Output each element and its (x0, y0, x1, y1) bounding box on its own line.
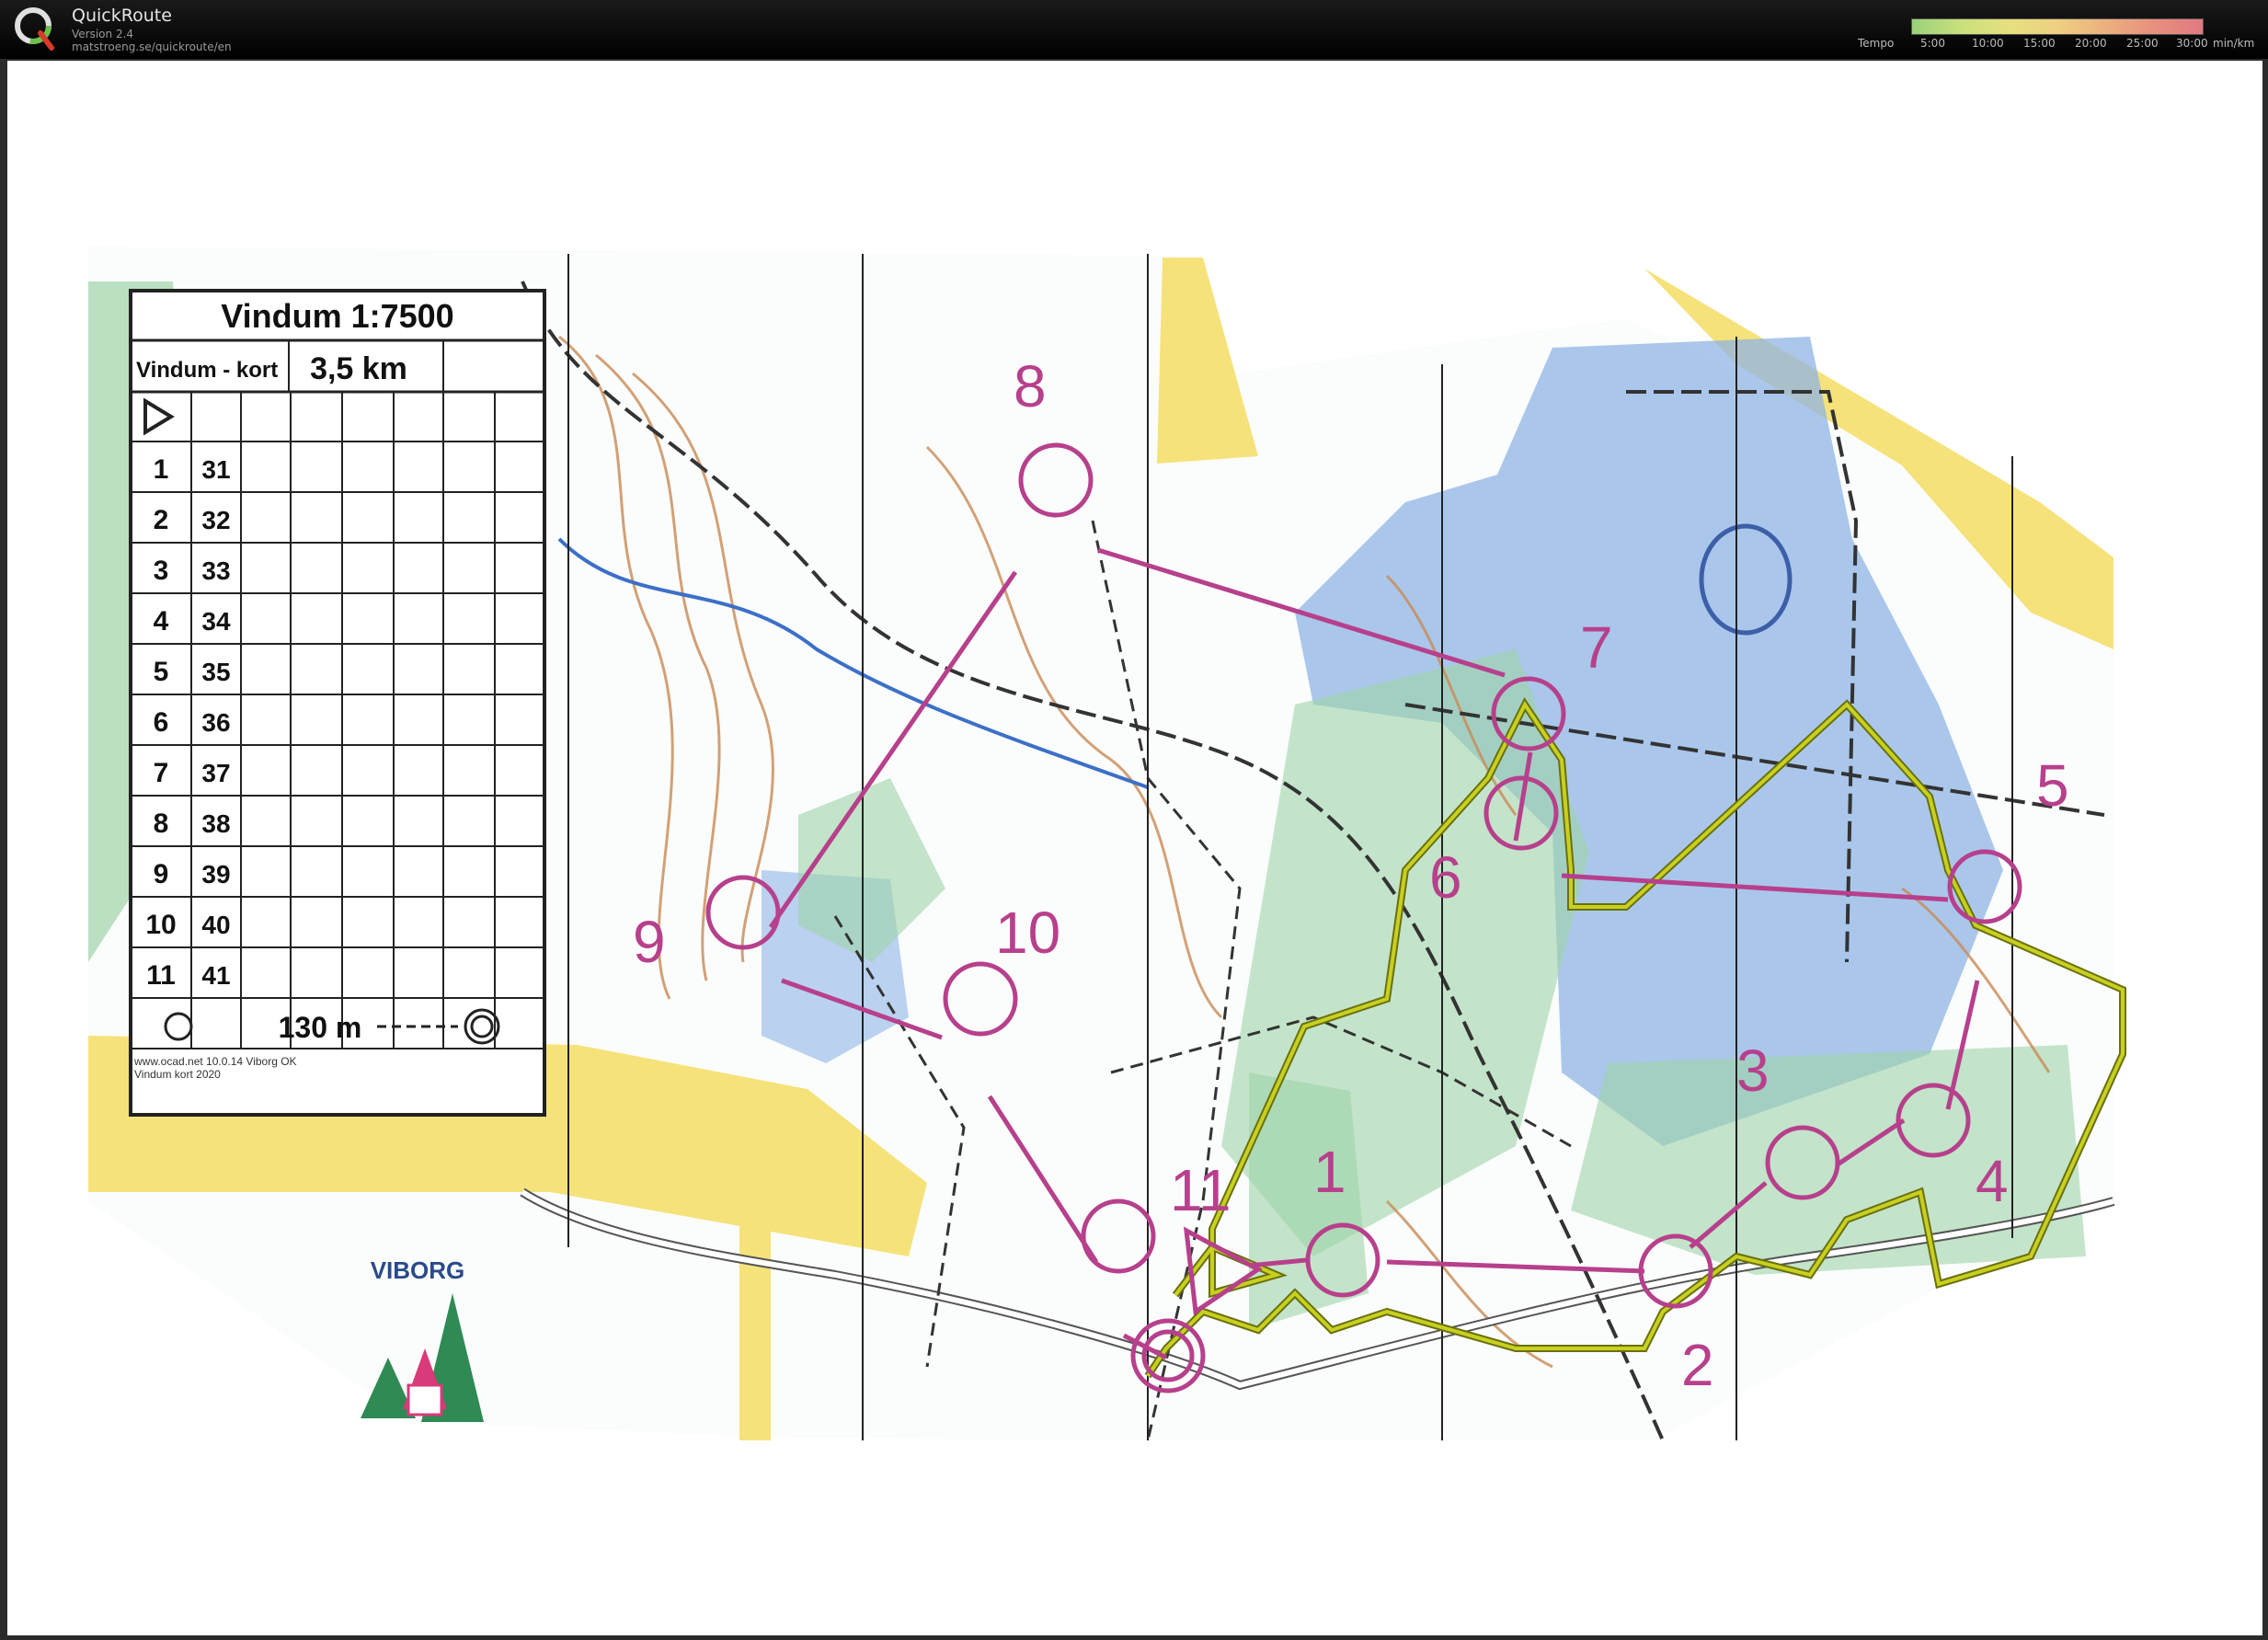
legend-control-number: 3 (154, 556, 169, 586)
app-version: Version 2.4 (72, 28, 134, 40)
control-number: 7 (1580, 614, 1613, 681)
map-canvas[interactable]: 1 2 3 4 5 6 7 8 9 10 11 Vindum 1:7500 Vi… (7, 61, 2262, 1635)
quickroute-logo-icon (15, 7, 54, 51)
legend-control-code: 36 (201, 708, 230, 737)
legend-control-number: 2 (154, 505, 169, 535)
control-number: 1 (1313, 1139, 1346, 1205)
legend-control-number: 8 (154, 809, 169, 839)
tempo-tick: 5:00 (1920, 37, 1945, 50)
legend-control-number: 5 (154, 657, 169, 687)
legend-control-code: 39 (201, 860, 230, 889)
control-number: 11 (1170, 1157, 1231, 1223)
legend-control-code: 38 (201, 809, 230, 838)
tempo-unit: min/km (2213, 37, 2255, 50)
tempo-color-bar (1911, 18, 2204, 35)
control-number: 6 (1429, 844, 1462, 911)
control-number: 4 (1976, 1148, 2009, 1214)
legend-control-code: 33 (201, 556, 230, 585)
tempo-scale: Tempo 5:00 10:00 15:00 20:00 25:00 30:00… (1849, 17, 2262, 53)
control-number: 9 (633, 909, 666, 975)
legend-control-code: 40 (201, 911, 230, 939)
legend-control-number: 10 (145, 910, 176, 940)
legend-control-number: 9 (154, 859, 169, 889)
orienteering-map[interactable]: 1 2 3 4 5 6 7 8 9 10 11 Vindum 1:7500 Vi… (7, 61, 2262, 1635)
tempo-tick: 15:00 (2023, 37, 2056, 50)
legend-control-number: 6 (154, 707, 169, 738)
legend-control-code: 31 (201, 455, 230, 484)
tempo-tick: 25:00 (2126, 37, 2159, 50)
legend-control-code: 32 (201, 506, 230, 534)
legend-finish-distance: 130 m (279, 1011, 362, 1044)
legend-course-length: 3,5 km (310, 351, 407, 386)
legend-control-code: 37 (201, 759, 230, 787)
legend-control-code: 35 (201, 658, 230, 686)
legend-control-code: 34 (201, 607, 231, 636)
control-number: 5 (2036, 752, 2069, 819)
open-field-area (1157, 258, 1258, 464)
open-field-area (739, 1220, 771, 1440)
club-name: VIBORG (371, 1256, 465, 1284)
control-number: 2 (1681, 1332, 1714, 1398)
map-credit: Vindum kort 2020 (134, 1068, 221, 1081)
legend-control-number: 7 (154, 758, 169, 788)
map-credit: www.ocad.net 10.0.14 Viborg OK (133, 1055, 297, 1068)
control-number: 3 (1736, 1038, 1770, 1104)
app-title: QuickRoute (72, 6, 172, 26)
legend-control-number: 11 (146, 960, 176, 991)
legend-control-number: 1 (154, 454, 169, 485)
control-number: 10 (995, 900, 1060, 966)
tempo-label: Tempo (1858, 37, 1895, 50)
tempo-tick: 20:00 (2075, 37, 2107, 50)
control-description-sheet: Vindum 1:7500 Vindum - kort 3,5 km 1 312… (129, 289, 546, 1117)
app-header: QuickRoute Version 2.4 matstroeng.se/qui… (0, 0, 2268, 59)
control-number: 8 (1014, 353, 1047, 419)
legend-control-code: 41 (201, 961, 230, 990)
legend-title: Vindum 1:7500 (221, 297, 453, 335)
legend-course-name: Vindum - kort (136, 358, 278, 383)
tempo-tick: 10:00 (1972, 37, 2004, 50)
app-url[interactable]: matstroeng.se/quickroute/en (72, 40, 232, 53)
legend-control-number: 4 (154, 606, 169, 637)
tempo-tick: 30:00 (2176, 37, 2208, 50)
